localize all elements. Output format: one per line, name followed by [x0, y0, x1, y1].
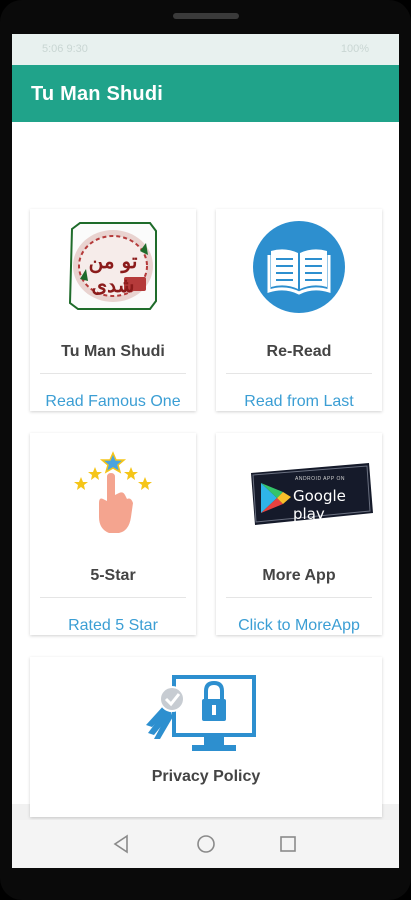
book-cover-icon: تو من شدی — [66, 219, 160, 313]
badge-small-text: ANDROID APP ON — [295, 476, 345, 482]
book-cover-text: تو من شدی — [88, 249, 138, 297]
home-icon[interactable] — [194, 832, 218, 856]
card-five-star[interactable]: 5-Star Rated 5 Star — [30, 433, 196, 635]
google-play-badge-icon: ANDROID APP ON Google play — [247, 463, 377, 525]
card-title: Re-Read — [266, 343, 332, 360]
app-bar: Tu Man Shudi — [12, 65, 399, 122]
open-book-icon — [253, 221, 345, 313]
card-divider — [226, 597, 372, 598]
badge-big-text: Google play — [293, 487, 346, 523]
status-battery: 100% — [340, 43, 369, 55]
card-re-read[interactable]: Re-Read Read from Last — [216, 209, 382, 411]
status-bar: 5:06 9:30 100% — [12, 34, 399, 65]
card-divider — [40, 597, 186, 598]
status-time: 5:06 9:30 — [42, 43, 88, 55]
secure-monitor-icon — [144, 673, 258, 755]
app-screen: 5:06 9:30 100% Tu Man Shudi تو من شدی Tu… — [12, 34, 399, 868]
card-title: Tu Man Shudi — [61, 343, 165, 360]
five-star-rating-icon — [73, 447, 153, 537]
phone-speaker — [173, 13, 239, 19]
card-title: More App — [262, 567, 336, 584]
privacy-policy-title: Privacy Policy — [151, 768, 261, 785]
card-divider — [226, 373, 372, 374]
card-link-more-app[interactable]: Click to MoreApp — [216, 617, 382, 635]
card-privacy-policy[interactable]: Privacy Policy — [30, 657, 382, 817]
card-link-read-famous[interactable]: Read Famous One — [30, 393, 196, 411]
back-icon[interactable] — [110, 832, 134, 856]
recents-icon[interactable] — [276, 832, 300, 856]
card-link-read-from-last[interactable]: Read from Last — [216, 393, 382, 411]
card-divider — [40, 373, 186, 374]
card-more-app[interactable]: ANDROID APP ON Google play More App Clic… — [216, 433, 382, 635]
card-link-rated-five-star[interactable]: Rated 5 Star — [30, 617, 196, 635]
card-tu-man-shudi[interactable]: تو من شدی Tu Man Shudi Read Famous One — [30, 209, 196, 411]
phone-frame: 5:06 9:30 100% Tu Man Shudi تو من شدی Tu… — [0, 0, 411, 900]
app-title: Tu Man Shudi — [31, 83, 164, 105]
main-content: تو من شدی Tu Man Shudi Read Famous One R… — [12, 122, 399, 817]
navigation-bar — [12, 820, 399, 868]
card-title: 5-Star — [90, 567, 136, 584]
